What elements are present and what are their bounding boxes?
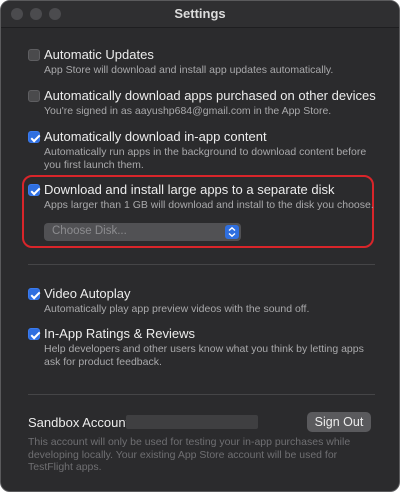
automatic-updates-checkbox[interactable] xyxy=(28,49,40,61)
section-divider xyxy=(28,264,375,265)
automatic-updates-label: Automatic Updates xyxy=(44,47,154,62)
download-in-app-content-checkbox[interactable] xyxy=(28,131,40,143)
separate-disk-label: Download and install large apps to a sep… xyxy=(44,182,335,197)
ratings-reviews-checkbox[interactable] xyxy=(28,328,40,340)
video-autoplay-checkbox[interactable] xyxy=(28,288,40,300)
ratings-reviews-label: In-App Ratings & Reviews xyxy=(44,326,196,341)
download-purchased-apps-label: Automatically download apps purchased on… xyxy=(44,88,376,103)
video-autoplay-label: Video Autoplay xyxy=(44,286,131,301)
title-bar: Settings xyxy=(1,1,399,28)
section-divider xyxy=(28,394,375,395)
separate-disk-description: Apps larger than 1 GB will download and … xyxy=(44,199,374,211)
choose-disk-select[interactable]: Choose Disk... xyxy=(44,223,241,241)
download-purchased-apps-description: You're signed in as aayushp684@gmail.com… xyxy=(44,105,332,117)
settings-window: Settings Automatic Updates App Store wil… xyxy=(0,0,400,492)
sandbox-account-label: Sandbox Account: xyxy=(28,415,133,430)
separate-disk-checkbox[interactable] xyxy=(28,184,40,196)
automatic-updates-description: App Store will download and install app … xyxy=(44,64,334,76)
window-title: Settings xyxy=(174,6,226,21)
download-in-app-content-label: Automatically download in-app content xyxy=(44,129,267,144)
up-down-chevron-icon xyxy=(225,225,239,239)
ratings-reviews-description: Help developers and other users know wha… xyxy=(44,343,364,368)
choose-disk-value: Choose Disk... xyxy=(52,225,127,237)
video-autoplay-description: Automatically play app preview videos wi… xyxy=(44,303,310,315)
sign-out-button[interactable]: Sign Out xyxy=(307,412,371,432)
download-in-app-content-description: Automatically run apps in the background… xyxy=(44,146,367,171)
download-purchased-apps-checkbox[interactable] xyxy=(28,90,40,102)
sandbox-account-redacted xyxy=(126,415,258,429)
sandbox-account-note: This account will only be used for testi… xyxy=(28,436,351,473)
